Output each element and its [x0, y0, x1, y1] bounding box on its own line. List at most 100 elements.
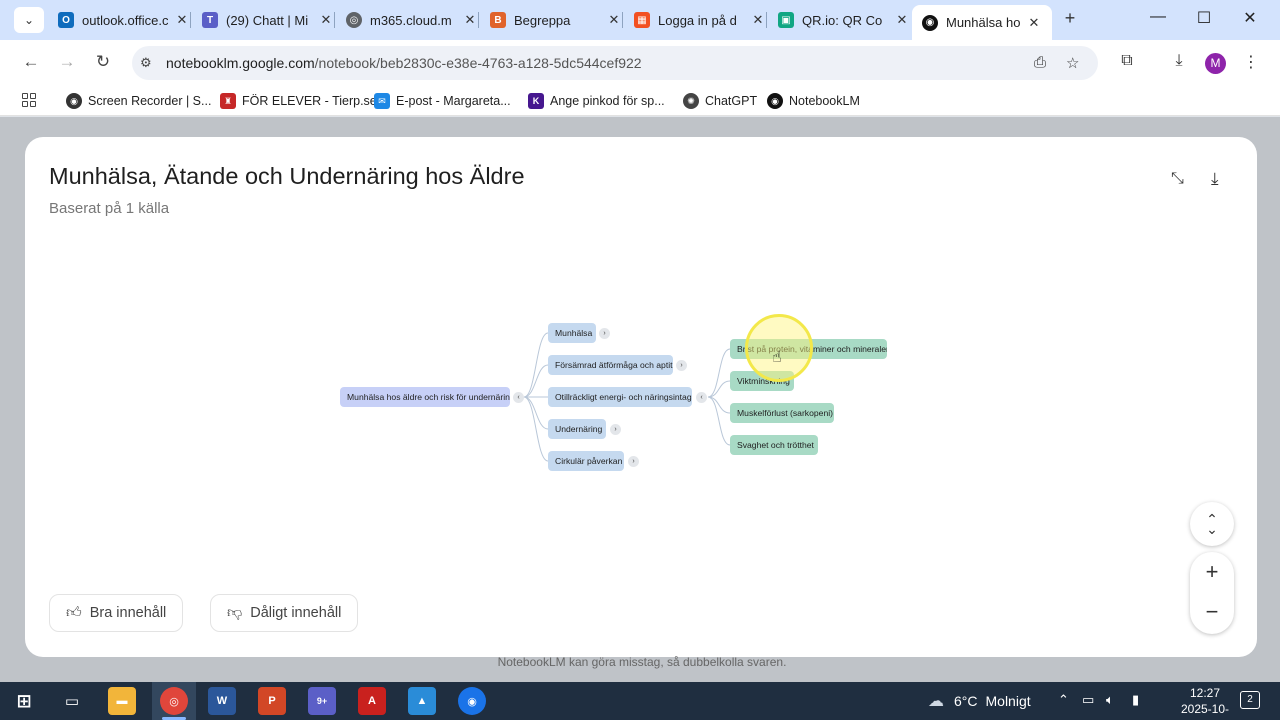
tab-separator [622, 12, 623, 28]
chevron-left-icon[interactable]: ‹ [513, 392, 524, 403]
url-text[interactable]: notebooklm.google.com/notebook/beb2830c-… [166, 55, 642, 71]
mindmap-leaf-muskelforlust[interactable]: Muskelförlust (sarkopeni) [730, 403, 834, 423]
bookmark-label: E-post - Margareta... [396, 94, 511, 108]
tab-notebooklm[interactable]: ◉ Munhälsa hos ✕ [912, 5, 1052, 40]
mindmap-node-cirkular[interactable]: Cirkulär påverkan [548, 451, 624, 471]
more-menu-icon[interactable]: ⋮ [1240, 52, 1262, 72]
expand-collapse-button[interactable]: ⌃ ⌄ [1190, 502, 1234, 546]
battery-icon[interactable]: ▭ [1082, 692, 1094, 708]
clock-time: 12:27 [1189, 686, 1221, 700]
chevron-right-icon[interactable]: › [599, 328, 610, 339]
site-info-icon[interactable]: ⚙ [140, 55, 152, 71]
system-clock[interactable]: 12:27 2025-10-28 [1180, 685, 1230, 720]
acrobat-icon[interactable]: A [358, 687, 386, 715]
mindmap-node-otillrackligt[interactable]: Otillräckligt energi- och näringsintag [548, 387, 692, 407]
tab-separator [190, 12, 191, 28]
mindmap-root-node[interactable]: Munhälsa hos äldre och risk för undernär… [340, 387, 510, 407]
dialog-title: Munhälsa, Ätande och Undernäring hos Äld… [49, 163, 525, 189]
teams-icon: T [202, 12, 218, 28]
bookmark-epost[interactable]: ✉ E-post - Margareta... [374, 91, 511, 111]
volume-icon[interactable]: 🔈︎ [1106, 692, 1114, 708]
task-view-icon[interactable]: ▭ [58, 687, 86, 715]
windows-start-icon[interactable]: ⊞ [10, 687, 38, 715]
tab-title: Munhälsa hos [946, 15, 1020, 30]
bookmark-chatgpt[interactable]: ✺ ChatGPT [683, 91, 757, 111]
tab-outlook[interactable]: O outlook.office.c ✕ [48, 5, 200, 35]
screen-recorder-icon[interactable]: ◉ [458, 687, 486, 715]
close-icon[interactable]: ✕ [606, 12, 622, 28]
maximize-icon[interactable]: ☐ [1192, 8, 1216, 28]
close-icon[interactable]: ✕ [318, 12, 334, 28]
profile-avatar[interactable]: M [1205, 53, 1226, 74]
good-content-button[interactable]: 👍︎ Bra innehåll [49, 594, 184, 632]
file-explorer-icon[interactable]: ▬ [108, 687, 136, 715]
tab-search-button[interactable]: ⌄ [14, 7, 44, 33]
qr-code-icon: ▣ [778, 12, 794, 28]
close-icon[interactable]: ✕ [894, 12, 910, 28]
chrome-icon[interactable]: ◎ [160, 687, 188, 715]
photos-icon[interactable]: ▲ [408, 687, 436, 715]
bad-content-button[interactable]: 👎︎ Dåligt innehåll [210, 594, 359, 632]
new-tab-button[interactable]: + [1060, 8, 1080, 29]
zoom-controls: + − [1190, 552, 1234, 634]
weather-widget[interactable]: ☁ 6°C Molnigt [928, 691, 1031, 711]
close-icon[interactable]: ✕ [1026, 15, 1042, 31]
close-icon[interactable]: ✕ [174, 12, 190, 28]
tab-begreppa[interactable]: B Begreppa ✕ [480, 5, 632, 35]
begreppa-icon: B [490, 12, 506, 28]
close-icon[interactable]: ✕ [750, 12, 766, 28]
chevron-left-icon[interactable]: ‹ [696, 392, 707, 403]
tab-teams[interactable]: T (29) Chatt | Mi ✕ [192, 5, 344, 35]
chevron-right-icon[interactable]: › [676, 360, 687, 371]
tab-strip: ⌄ O outlook.office.c ✕ T (29) Chatt | Mi… [0, 0, 1280, 40]
bookmark-label: NotebookLM [789, 94, 860, 108]
tab-microsoft-login[interactable]: ▦ Logga in på d ✕ [624, 5, 776, 35]
pen-icon[interactable]: ▮ [1132, 692, 1139, 708]
bookmark-kahoot[interactable]: K Ange pinkod för sp... [528, 91, 665, 111]
back-arrow-icon[interactable]: ← [20, 52, 42, 72]
tab-title: QR.io: QR Co [802, 12, 883, 28]
download-icon[interactable]: ⤓ [1168, 52, 1190, 70]
tab-separator [766, 12, 767, 28]
tab-separator [334, 12, 335, 28]
weather-desc: Molnigt [985, 693, 1031, 709]
mindmap-node-undernaring[interactable]: Undernäring [548, 419, 606, 439]
notification-icon[interactable]: 2 [1240, 691, 1260, 709]
mindmap-leaf-svaghet[interactable]: Svaghet och trötthet [730, 435, 818, 455]
install-app-icon[interactable]: ⎙ [1034, 54, 1046, 71]
microsoft-icon: ▦ [634, 12, 650, 28]
mindmap-node-forsamrad[interactable]: Försämrad ätförmåga och aptit [548, 355, 673, 375]
forward-arrow-icon[interactable]: → [56, 52, 78, 72]
bookmark-star-icon[interactable]: ☆ [1066, 54, 1079, 72]
address-bar[interactable]: ⚙ notebooklm.google.com/notebook/beb2830… [132, 46, 1098, 80]
bookmark-for-elever[interactable]: ♜ FÖR ELEVER - Tierp.se [220, 91, 377, 111]
chevron-up-icon[interactable]: ⌃ [1058, 692, 1069, 708]
extensions-icon[interactable]: ⧉ [1116, 52, 1138, 70]
download-icon[interactable]: ⤓ [1211, 169, 1219, 189]
tab-m365[interactable]: ◎ m365.cloud.m ✕ [336, 5, 488, 35]
bookmark-screen-recorder[interactable]: ◉ Screen Recorder | S... [66, 91, 211, 111]
zoom-in-button[interactable]: + [1190, 552, 1234, 592]
tab-separator [478, 12, 479, 28]
tab-qrio[interactable]: ▣ QR.io: QR Co ✕ [768, 5, 920, 35]
zoom-out-button[interactable]: − [1190, 592, 1234, 632]
word-icon[interactable]: W [208, 687, 236, 715]
chevron-right-icon[interactable]: › [610, 424, 621, 435]
collapse-icon[interactable]: ⤡ [1171, 170, 1184, 188]
bookmark-notebooklm[interactable]: ◉ NotebookLM [767, 91, 860, 111]
mail-icon: ✉ [374, 93, 390, 109]
chevron-right-icon[interactable]: › [628, 456, 639, 467]
chevron-up-down-icon: ⌃ ⌄ [1206, 511, 1218, 537]
teams-icon[interactable]: 9+ [308, 687, 336, 715]
minimize-icon[interactable]: — [1146, 8, 1170, 26]
shield-icon: ♜ [220, 93, 236, 109]
close-icon[interactable]: ✕ [462, 12, 478, 28]
apps-grid-icon[interactable] [22, 93, 36, 107]
windows-taskbar: ⊞ ▭ ▬ ◎ W P 9+ A ▲ ◉ ☁ 6°C Molnigt ⌃ ▭ 🔈… [0, 682, 1280, 720]
kahoot-icon: K [528, 93, 544, 109]
reload-icon[interactable]: ↻ [92, 52, 114, 72]
powerpoint-icon[interactable]: P [258, 687, 286, 715]
mindmap-node-munhalsa[interactable]: Munhälsa [548, 323, 596, 343]
close-window-icon[interactable]: ✕ [1238, 8, 1262, 28]
bookmark-label: Screen Recorder | S... [88, 94, 212, 108]
